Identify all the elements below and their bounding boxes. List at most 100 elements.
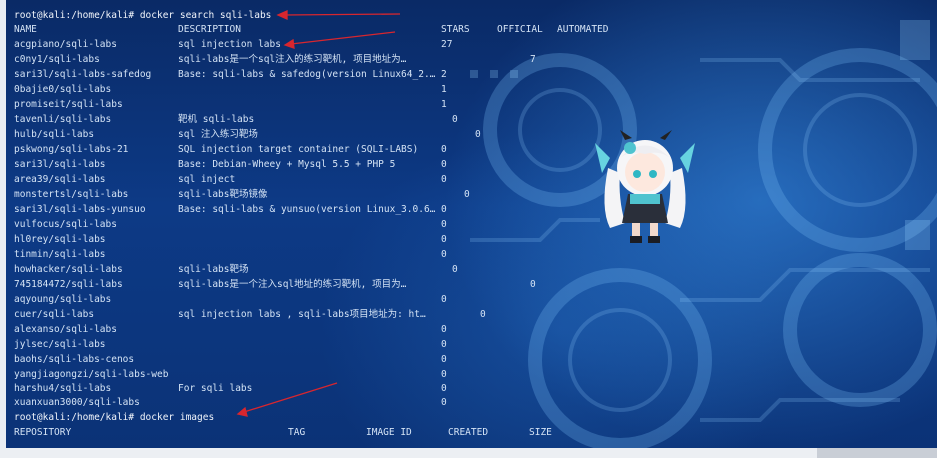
command-docker-images: root@kali:/home/kali# docker images	[14, 412, 215, 423]
header-size: SIZE	[529, 427, 552, 438]
result-stars: 0	[464, 189, 470, 200]
result-description: sql inject	[178, 174, 236, 185]
result-description: 靶机 sqli-labs	[178, 114, 255, 125]
result-row: acgpiano/sqli-labs sql injection labs 27	[14, 37, 452, 52]
result-row: sari3l/sqli-labs-safedog Base: sqli-labs…	[14, 67, 447, 82]
result-stars: 27	[441, 39, 453, 50]
result-row: harshu4/sqli-labs For sqli labs 0	[14, 381, 447, 396]
result-row: aqyoung/sqli-labs 0	[14, 292, 447, 307]
result-name: sari3l/sqli-labs	[14, 159, 106, 170]
result-description: sql 注入练习靶场	[178, 129, 258, 140]
result-stars: 0	[441, 383, 447, 394]
header-repository: REPOSITORY	[14, 427, 72, 438]
window-bottom-edge	[0, 448, 937, 458]
result-row: monstertsl/sqli-labs sqli-labs靶场镜像 0	[14, 187, 470, 202]
result-name: c0ny1/sqli-labs	[14, 54, 100, 65]
result-name: 0bajie0/sqli-labs	[14, 84, 112, 95]
result-stars: 0	[452, 114, 458, 125]
result-row: baohs/sqli-labs-cenos 0	[14, 352, 447, 367]
result-stars: 0	[441, 219, 447, 230]
result-row: howhacker/sqli-labs sqli-labs靶场 0	[14, 262, 458, 277]
result-name: aqyoung/sqli-labs	[14, 294, 112, 305]
result-name: alexanso/sqli-labs	[14, 324, 117, 335]
result-stars: 0	[441, 234, 447, 245]
result-stars: 0	[530, 279, 536, 290]
result-name: sari3l/sqli-labs-safedog	[14, 69, 152, 80]
terminal-window[interactable]: root@kali:/home/kali# docker search sqli…	[0, 0, 937, 458]
header-name: NAME	[14, 24, 37, 35]
result-name: jylsec/sqli-labs	[14, 339, 106, 350]
result-name: sari3l/sqli-labs-yunsuo	[14, 204, 146, 215]
result-name: promiseit/sqli-labs	[14, 99, 123, 110]
result-name: harshu4/sqli-labs	[14, 383, 112, 394]
search-header-row: NAME DESCRIPTION STARS OFFICIAL AUTOMATE…	[14, 22, 608, 37]
result-stars: 1	[441, 99, 447, 110]
result-description: sql injection labs , sqli-labs项目地址为: ht…	[178, 309, 426, 320]
result-stars: 0	[475, 129, 481, 140]
result-description: sqli-labs靶场	[178, 264, 249, 275]
header-automated: AUTOMATED	[557, 24, 609, 35]
result-stars: 1	[441, 84, 447, 95]
result-row: tavenli/sqli-labs 靶机 sqli-labs 0	[14, 112, 458, 127]
result-stars: 2	[441, 69, 447, 80]
result-description: Base: Debian-Wheey + Mysql 5.5 + PHP 5	[178, 159, 396, 170]
result-stars: 0	[441, 249, 447, 260]
header-stars: STARS	[441, 24, 470, 35]
result-name: tavenli/sqli-labs	[14, 114, 112, 125]
header-created: CREATED	[448, 427, 489, 438]
result-stars: 0	[452, 264, 458, 275]
result-name: acgpiano/sqli-labs	[14, 39, 117, 50]
result-name: vulfocus/sqli-labs	[14, 219, 117, 230]
result-description: sqli-labs是一个sql注入的练习靶机, 项目地址为…	[178, 54, 407, 65]
result-row: area39/sqli-labs sql inject 0	[14, 172, 447, 187]
header-tag: TAG	[288, 427, 306, 438]
result-name: pskwong/sqli-labs-21	[14, 144, 129, 155]
result-row: c0ny1/sqli-labs sqli-labs是一个sql注入的练习靶机, …	[14, 52, 536, 67]
result-stars: 0	[441, 339, 447, 350]
result-stars: 0	[480, 309, 486, 320]
result-stars: 0	[441, 369, 447, 380]
result-stars: 0	[441, 159, 447, 170]
result-row: sari3l/sqli-labs Base: Debian-Wheey + My…	[14, 157, 447, 172]
result-row: promiseit/sqli-labs 1	[14, 97, 447, 112]
result-row: yangjiagongzi/sqli-labs-web 0	[14, 367, 447, 382]
result-name: monstertsl/sqli-labs	[14, 189, 129, 200]
result-name: yangjiagongzi/sqli-labs-web	[14, 369, 169, 380]
result-stars: 0	[441, 294, 447, 305]
header-description: DESCRIPTION	[178, 24, 241, 35]
result-row: hl0rey/sqli-labs 0	[14, 232, 447, 247]
result-description: SQL injection target container (SQLI-LAB…	[178, 144, 419, 155]
result-row: alexanso/sqli-labs 0	[14, 322, 447, 337]
result-name: area39/sqli-labs	[14, 174, 106, 185]
result-stars: 0	[441, 397, 447, 408]
result-row: xuanxuan3000/sqli-labs 0	[14, 395, 447, 410]
result-row: vulfocus/sqli-labs 0	[14, 217, 447, 232]
result-name: xuanxuan3000/sqli-labs	[14, 397, 140, 408]
result-name: 745184472/sqli-labs	[14, 279, 123, 290]
result-description: sqli-labs是一个注入sql地址的练习靶机, 项目为…	[178, 279, 407, 290]
result-stars: 0	[441, 174, 447, 185]
result-row: cuer/sqli-labs sql injection labs , sqli…	[14, 307, 486, 322]
anime-girl-mascot-icon	[595, 130, 695, 243]
result-row: pskwong/sqli-labs-21 SQL injection targe…	[14, 142, 447, 157]
result-name: cuer/sqli-labs	[14, 309, 95, 320]
images-header-row: REPOSITORY TAG IMAGE ID CREATED SIZE	[14, 425, 552, 440]
result-stars: 7	[530, 54, 536, 65]
result-name: hulb/sqli-labs	[14, 129, 95, 140]
result-row: jylsec/sqli-labs 0	[14, 337, 447, 352]
result-description: Base: sqli-labs & yunsuo(version Linux_3…	[178, 204, 436, 215]
result-row: 745184472/sqli-labs sqli-labs是一个注入sql地址的…	[14, 277, 536, 292]
result-name: tinmin/sqli-labs	[14, 249, 106, 260]
window-bottom-edge-right	[817, 448, 937, 458]
result-stars: 0	[441, 144, 447, 155]
result-description: sql injection labs	[178, 39, 281, 50]
result-name: howhacker/sqli-labs	[14, 264, 123, 275]
command-docker-search: root@kali:/home/kali# docker search sqli…	[14, 10, 272, 21]
result-row: 0bajie0/sqli-labs 1	[14, 82, 447, 97]
result-name: baohs/sqli-labs-cenos	[14, 354, 135, 365]
result-stars: 0	[441, 324, 447, 335]
result-row: hulb/sqli-labs sql 注入练习靶场 0	[14, 127, 481, 142]
result-row: tinmin/sqli-labs 0	[14, 247, 447, 262]
result-description: sqli-labs靶场镜像	[178, 189, 268, 200]
result-stars: 0	[441, 204, 447, 215]
